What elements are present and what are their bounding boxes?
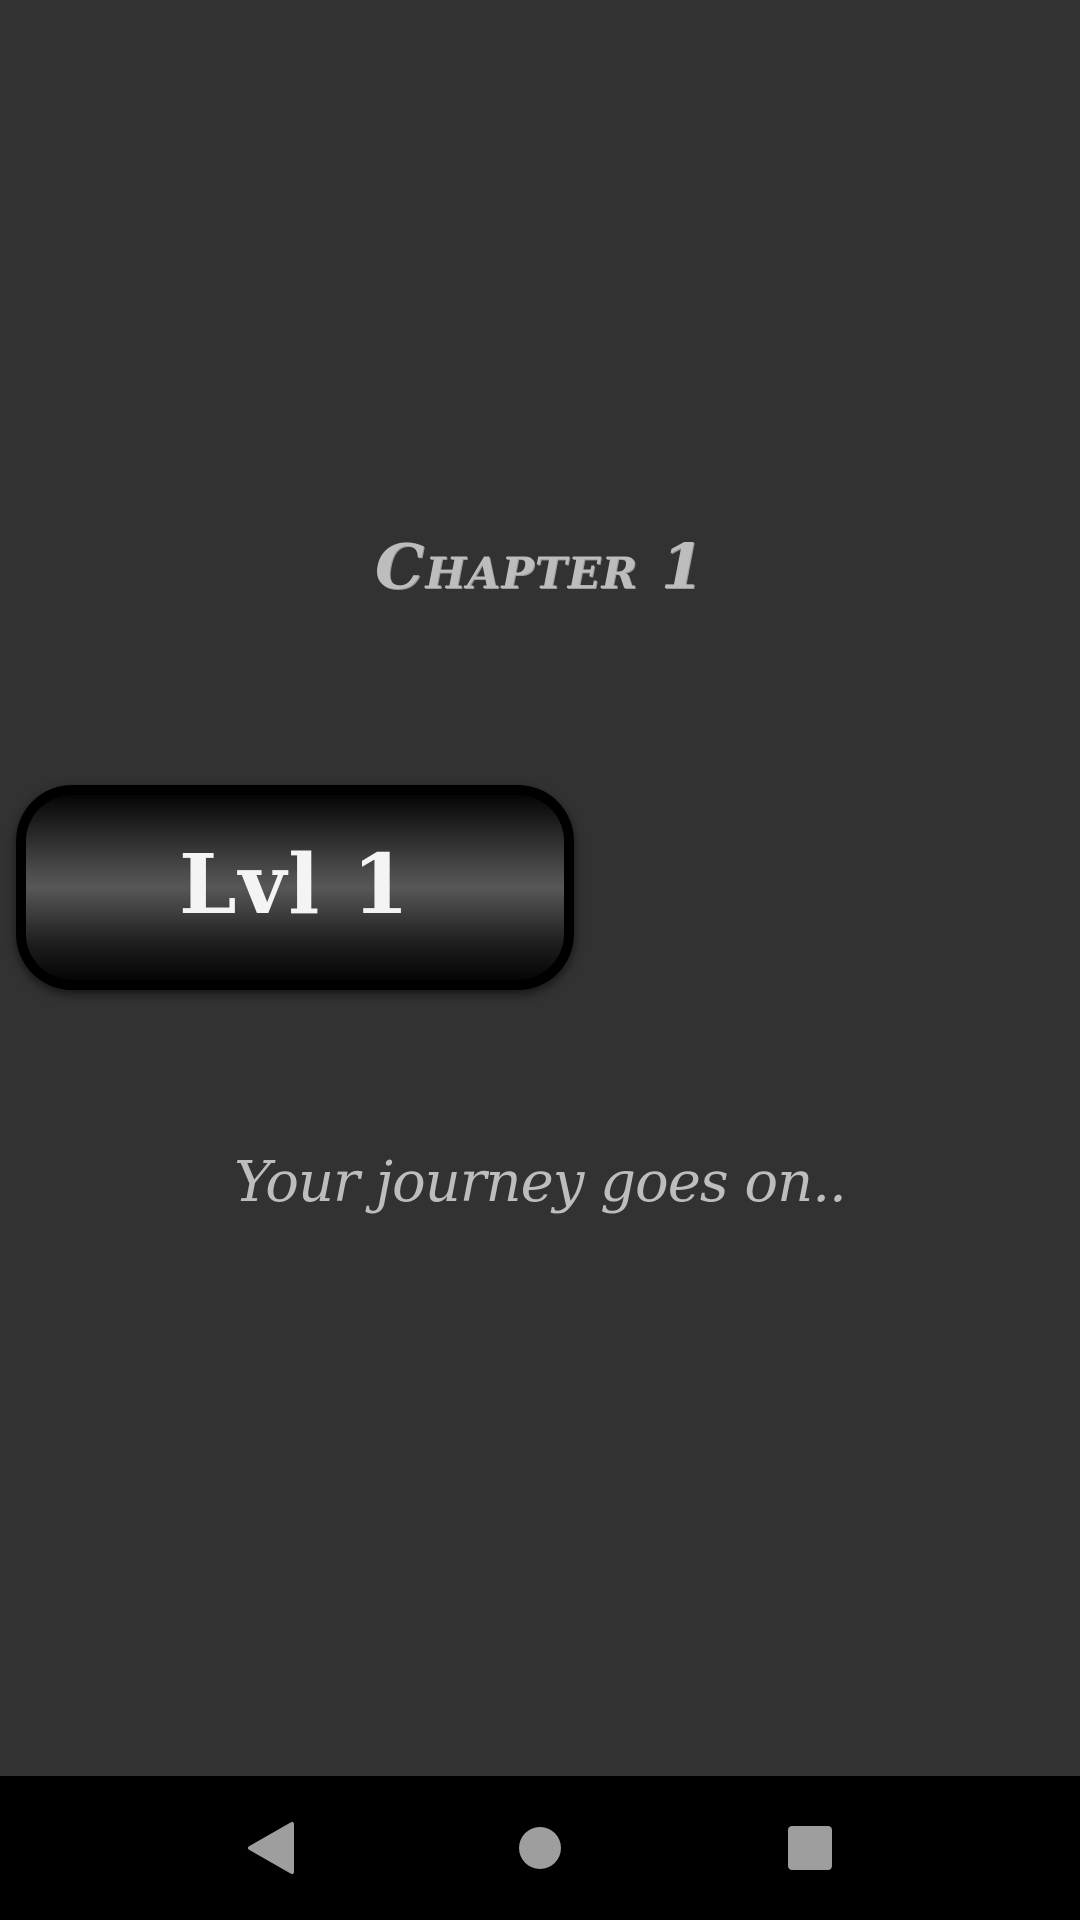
level-button-label: Lvl 1 <box>178 836 412 933</box>
back-icon <box>248 1822 294 1874</box>
chapter-title: Chapter 1 <box>375 530 705 603</box>
home-button[interactable] <box>470 1776 610 1920</box>
recents-button[interactable] <box>740 1776 880 1920</box>
tagline: Your journey goes on.. <box>234 1150 847 1215</box>
back-button[interactable] <box>200 1776 340 1920</box>
recents-icon <box>788 1826 832 1870</box>
navigation-bar <box>0 1776 1080 1920</box>
home-icon <box>519 1827 561 1869</box>
game-screen: Chapter 1 Lvl 1 Your journey goes on.. <box>0 0 1080 1920</box>
level-button[interactable]: Lvl 1 <box>16 785 574 990</box>
